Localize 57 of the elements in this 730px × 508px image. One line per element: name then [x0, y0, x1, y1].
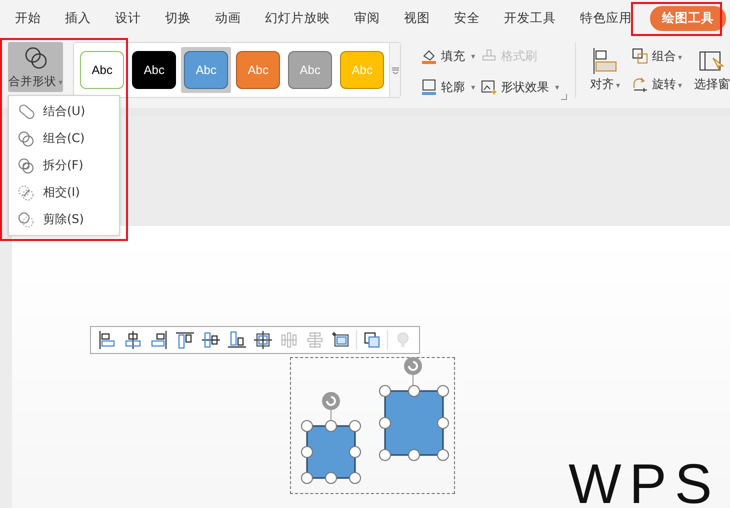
union-icon [17, 104, 35, 120]
rotate-icon [632, 76, 648, 92]
ribbon-tab[interactable]: 审阅 [342, 6, 392, 30]
align-icon [592, 48, 618, 74]
arrange-icon [363, 331, 381, 349]
intersect-icon [17, 184, 35, 200]
shape-style-swatch[interactable]: Abc [132, 51, 176, 89]
group-button[interactable]: 组合 ▾ [632, 42, 682, 70]
menu-item[interactable]: 组合(C) [9, 125, 119, 152]
subtract-icon [17, 212, 35, 228]
align-middle-icon [202, 331, 220, 349]
dialog-launcher-icon[interactable] [561, 94, 568, 100]
ribbon-tab[interactable]: 开发工具 [492, 6, 568, 30]
menu-item[interactable]: 剪除(S) [9, 206, 119, 233]
rotate-button[interactable]: 旋转 ▾ [632, 70, 682, 98]
ribbon-tab[interactable]: 特色应用 [568, 6, 644, 30]
distribute-h-icon [280, 331, 298, 349]
ribbon-tab[interactable]: 动画 [203, 6, 253, 30]
menu-item[interactable]: 拆分(F) [9, 152, 119, 179]
align-bottom-icon [228, 331, 246, 349]
ribbon-tab[interactable]: 设计 [103, 6, 153, 30]
effects-button[interactable]: 形状效果 ▾ [481, 75, 560, 99]
outline-icon [421, 79, 438, 95]
outline-button[interactable]: 轮廓 ▾ [421, 75, 476, 99]
align-button[interactable]: 对齐 ▾ [590, 42, 620, 98]
shape-style-swatch[interactable]: Abc [80, 51, 124, 89]
more-icon [392, 66, 399, 74]
ribbon-tab[interactable]: 切换 [153, 6, 203, 30]
ribbon-tab[interactable]: 插入 [53, 6, 103, 30]
fill-button[interactable]: 填充 ▾ [421, 44, 476, 68]
ribbon-tab[interactable]: 开始 [3, 6, 53, 30]
group-icon [632, 48, 648, 64]
center-both-button[interactable] [252, 330, 274, 350]
distribute-v-icon [306, 331, 324, 349]
ribbon-tab[interactable]: 安全 [442, 6, 492, 30]
fill-bucket-icon [421, 48, 438, 64]
align-right-icon [150, 331, 168, 349]
pane-button[interactable]: 选择窗 [694, 42, 730, 98]
align-top-icon [176, 331, 194, 349]
center-both-icon [254, 331, 272, 349]
merge-shapes-button[interactable]: 合并形状 ▾ [8, 42, 64, 92]
align-top-button[interactable] [174, 330, 196, 350]
align-bottom-button[interactable] [226, 330, 248, 350]
menu-item[interactable]: 结合(U) [9, 98, 119, 125]
align-center-icon [124, 331, 142, 349]
gallery-more-button[interactable] [389, 43, 400, 97]
align-left-icon [98, 331, 116, 349]
slide-title: WPS [568, 456, 720, 508]
fit-slide-icon [332, 331, 350, 349]
combine-icon [17, 130, 35, 146]
fragment-icon [17, 158, 35, 174]
menu-item[interactable]: 相交(I) [9, 179, 119, 206]
ribbon-tab[interactable]: 幻灯片放映 [253, 6, 342, 30]
align-middle-button[interactable] [200, 330, 222, 350]
image-sparkle-icon [481, 79, 498, 95]
overlapping-circles-icon [24, 46, 48, 70]
ribbon-tab[interactable]: 视图 [392, 6, 442, 30]
